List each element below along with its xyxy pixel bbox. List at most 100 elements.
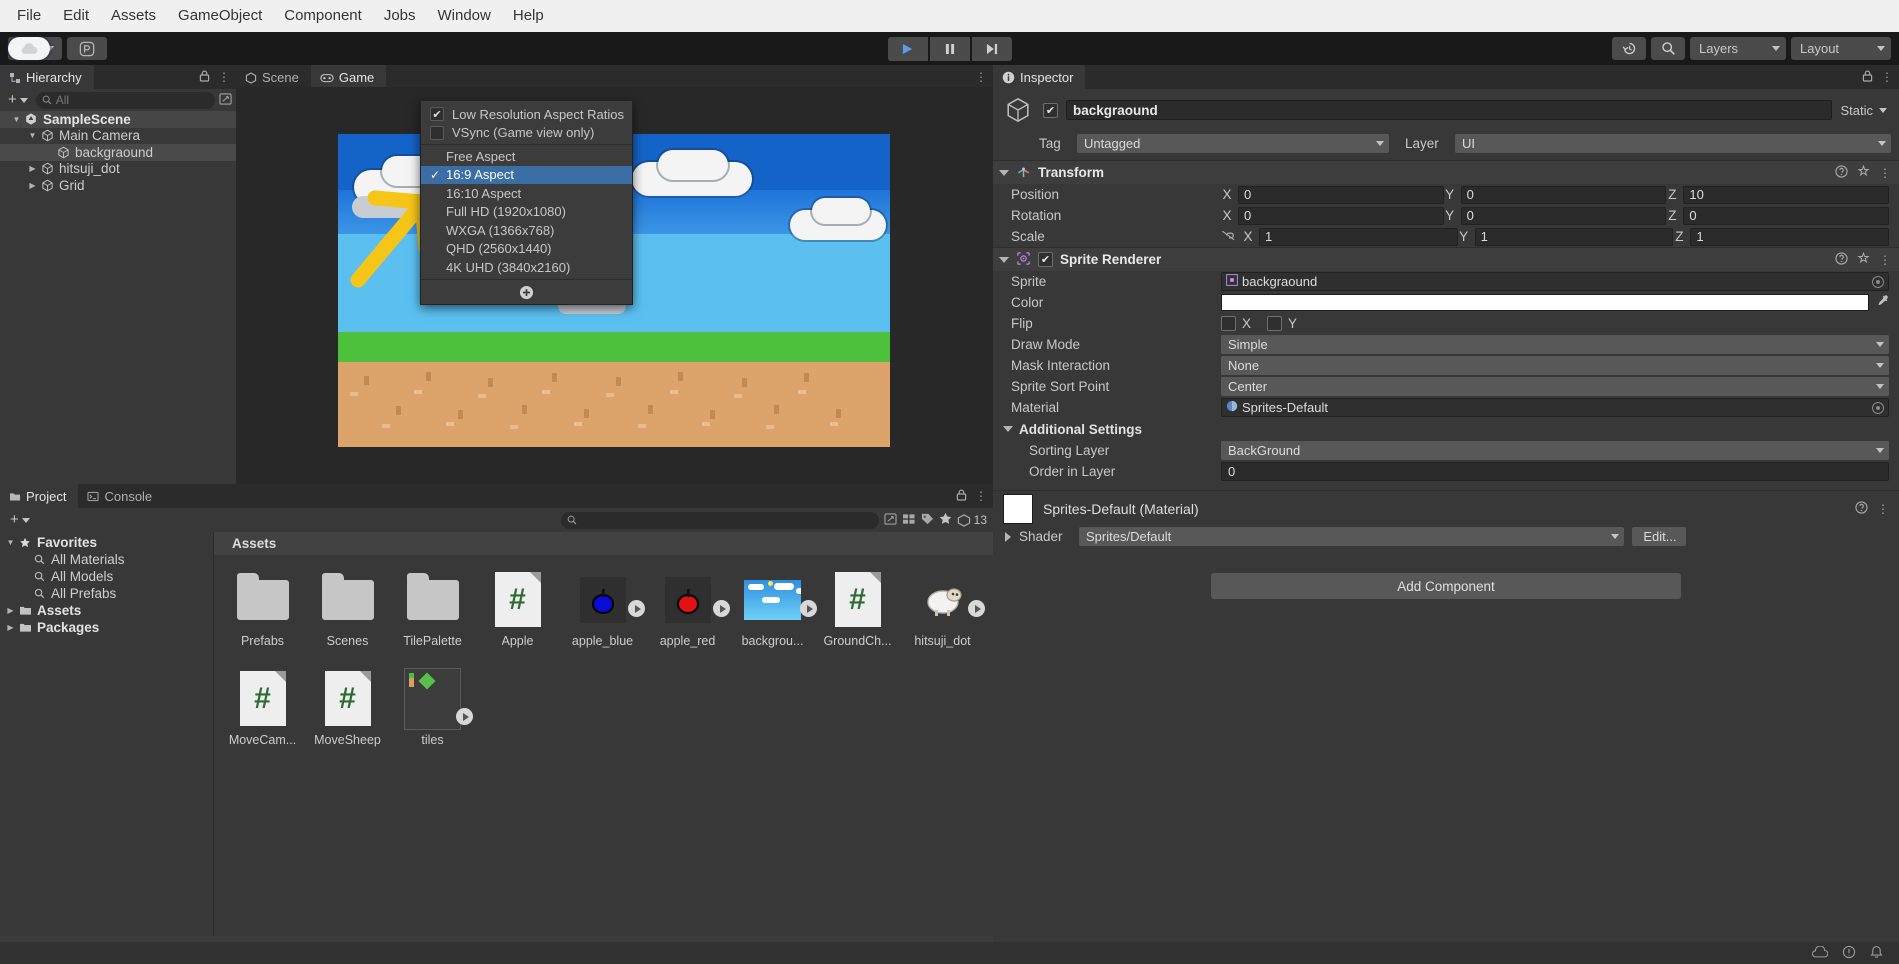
transform-position-z-input[interactable]: 10 [1683, 186, 1889, 204]
kebab-menu-icon[interactable]: ⋮ [1877, 502, 1889, 516]
menu-item-wxga[interactable]: WXGA (1366x768) [421, 221, 632, 240]
kebab-menu-icon[interactable]: ⋮ [1879, 166, 1891, 180]
constrain-proportions-icon[interactable] [1221, 229, 1236, 245]
menu-component[interactable]: Component [273, 3, 373, 29]
play-button[interactable] [888, 37, 928, 61]
asset-item[interactable]: #GroundCh... [829, 571, 886, 648]
chevron-down-icon[interactable]: ▼ [4, 538, 17, 547]
transform-scale-y-input[interactable]: 1 [1475, 228, 1674, 246]
chevron-down-icon[interactable] [999, 257, 1009, 263]
project-tree-item-all-materials[interactable]: All Materials [0, 551, 213, 568]
transform-rotation-z-input[interactable]: 0 [1683, 207, 1889, 225]
menu-jobs[interactable]: Jobs [373, 3, 427, 29]
draw-mode-dropdown[interactable]: Simple [1221, 335, 1889, 354]
flip-y-checkbox[interactable] [1267, 316, 1282, 331]
menu-item-full-hd[interactable]: Full HD (1920x1080) [421, 203, 632, 222]
flip-x-checkbox[interactable] [1221, 316, 1236, 331]
sprite-renderer-enabled-checkbox[interactable]: ✔ [1038, 252, 1053, 267]
menu-item-16-10-aspect[interactable]: 16:10 Aspect [421, 184, 632, 203]
menu-assets[interactable]: Assets [100, 3, 167, 29]
transform-position-y-input[interactable]: 0 [1461, 186, 1667, 204]
add-aspect-button[interactable] [421, 282, 632, 304]
menu-file[interactable]: File [6, 3, 52, 29]
sprite-object-field[interactable]: backgraound [1221, 272, 1889, 291]
add-component-button[interactable]: Add Component [1211, 573, 1681, 599]
bug-report-icon[interactable] [1842, 945, 1856, 962]
asset-item[interactable]: tiles [404, 670, 461, 747]
menu-item-free-aspect[interactable]: Free Aspect [421, 147, 632, 166]
save-search-icon[interactable] [884, 512, 897, 528]
step-button[interactable] [972, 37, 1012, 61]
prefab-variant-badge[interactable] [628, 600, 645, 617]
layers-dropdown[interactable]: Layers [1690, 37, 1786, 60]
menu-item-qhd[interactable]: QHD (2560x1440) [421, 240, 632, 259]
mask-interaction-dropdown[interactable]: None [1221, 356, 1889, 375]
project-tree-item-all-prefabs[interactable]: All Prefabs [0, 585, 213, 602]
notification-icon[interactable] [1870, 945, 1883, 962]
help-icon[interactable] [1855, 501, 1868, 517]
asset-item[interactable]: #MoveSheep [319, 670, 376, 747]
eyedropper-icon[interactable] [1875, 294, 1889, 311]
project-add-button[interactable]: + [6, 511, 34, 529]
hierarchy-item-main-camera[interactable]: ▼Main Camera [0, 128, 236, 145]
object-enabled-checkbox[interactable]: ✔ [1043, 103, 1058, 118]
additional-settings-header[interactable]: Additional Settings [993, 418, 1899, 440]
menu-item-4k-uhd[interactable]: 4K UHD (3840x2160) [421, 258, 632, 277]
lock-icon[interactable] [956, 489, 967, 504]
asset-item[interactable]: hitsuji_dot [914, 571, 971, 648]
chevron-right-icon[interactable]: ▶ [4, 623, 17, 632]
asset-item[interactable]: Prefabs [234, 571, 291, 648]
preset-icon[interactable] [1857, 165, 1870, 181]
project-tree-item-packages[interactable]: ▶Packages [0, 619, 213, 636]
sprite-sort-point-dropdown[interactable]: Center [1221, 377, 1889, 396]
hierarchy-item-grid[interactable]: ▶Grid [0, 177, 236, 194]
prefab-variant-badge[interactable] [713, 600, 730, 617]
chevron-right-icon[interactable]: ▶ [26, 164, 39, 173]
kebab-menu-icon[interactable]: ⋮ [975, 489, 987, 503]
static-toggle[interactable]: Static [1840, 103, 1891, 118]
lock-icon[interactable] [1862, 70, 1873, 85]
chevron-down-icon[interactable] [999, 170, 1009, 176]
favorite-icon[interactable] [939, 512, 952, 528]
hierarchy-item-samplescene[interactable]: ▼SampleScene [0, 111, 236, 128]
tab-hierarchy[interactable]: Hierarchy [0, 65, 94, 89]
chevron-right-icon[interactable]: ▶ [4, 606, 17, 615]
tab-scene[interactable]: Scene [236, 65, 311, 89]
layout-dropdown[interactable]: Layout [1791, 37, 1891, 60]
object-picker-icon[interactable] [1872, 402, 1884, 414]
hierarchy-item-hitsuji-dot[interactable]: ▶hitsuji_dot [0, 161, 236, 178]
type-filter-icon[interactable] [902, 512, 916, 528]
hierarchy-item-backgraound[interactable]: backgraound [0, 144, 236, 161]
hierarchy-search-options-icon[interactable] [219, 92, 232, 108]
kebab-menu-icon[interactable]: ⋮ [1879, 253, 1891, 267]
plastic-scm-button[interactable] [67, 37, 107, 60]
asset-item[interactable]: apple_blue [574, 571, 631, 648]
chevron-down-icon[interactable] [1003, 426, 1013, 432]
menu-item-vsync[interactable]: VSync (Game view only) [421, 124, 632, 143]
object-name-input[interactable]: backgraound [1066, 100, 1832, 120]
object-picker-icon[interactable] [1872, 276, 1884, 288]
menu-item-16-9-aspect[interactable]: ✓ 16:9 Aspect [421, 166, 632, 185]
tab-project[interactable]: Project [0, 484, 78, 508]
tab-game[interactable]: Game [311, 65, 386, 89]
transform-scale-z-input[interactable]: 1 [1690, 228, 1889, 246]
kebab-menu-icon[interactable]: ⋮ [218, 70, 230, 84]
transform-scale-x-input[interactable]: 1 [1259, 228, 1458, 246]
lock-icon[interactable] [199, 70, 210, 85]
cloud-button[interactable] [8, 37, 50, 60]
prefab-variant-badge[interactable] [456, 708, 473, 725]
menu-edit[interactable]: Edit [52, 3, 100, 29]
order-in-layer-input[interactable]: 0 [1221, 462, 1889, 481]
chevron-down-icon[interactable]: ▼ [26, 131, 39, 140]
hierarchy-add-button[interactable]: + [4, 91, 32, 109]
help-icon[interactable] [1835, 252, 1848, 268]
collab-icon[interactable] [1812, 945, 1828, 961]
layer-dropdown[interactable]: UI [1455, 134, 1891, 153]
project-tree-item-assets[interactable]: ▶Assets [0, 602, 213, 619]
help-icon[interactable] [1835, 165, 1848, 181]
transform-component-header[interactable]: Transform ⋮ [993, 160, 1899, 184]
pause-button[interactable] [930, 37, 970, 61]
project-tree-item-favorites[interactable]: ▼Favorites [0, 534, 213, 551]
tag-dropdown[interactable]: Untagged [1077, 134, 1389, 153]
hierarchy-search-input[interactable]: All [36, 92, 215, 109]
